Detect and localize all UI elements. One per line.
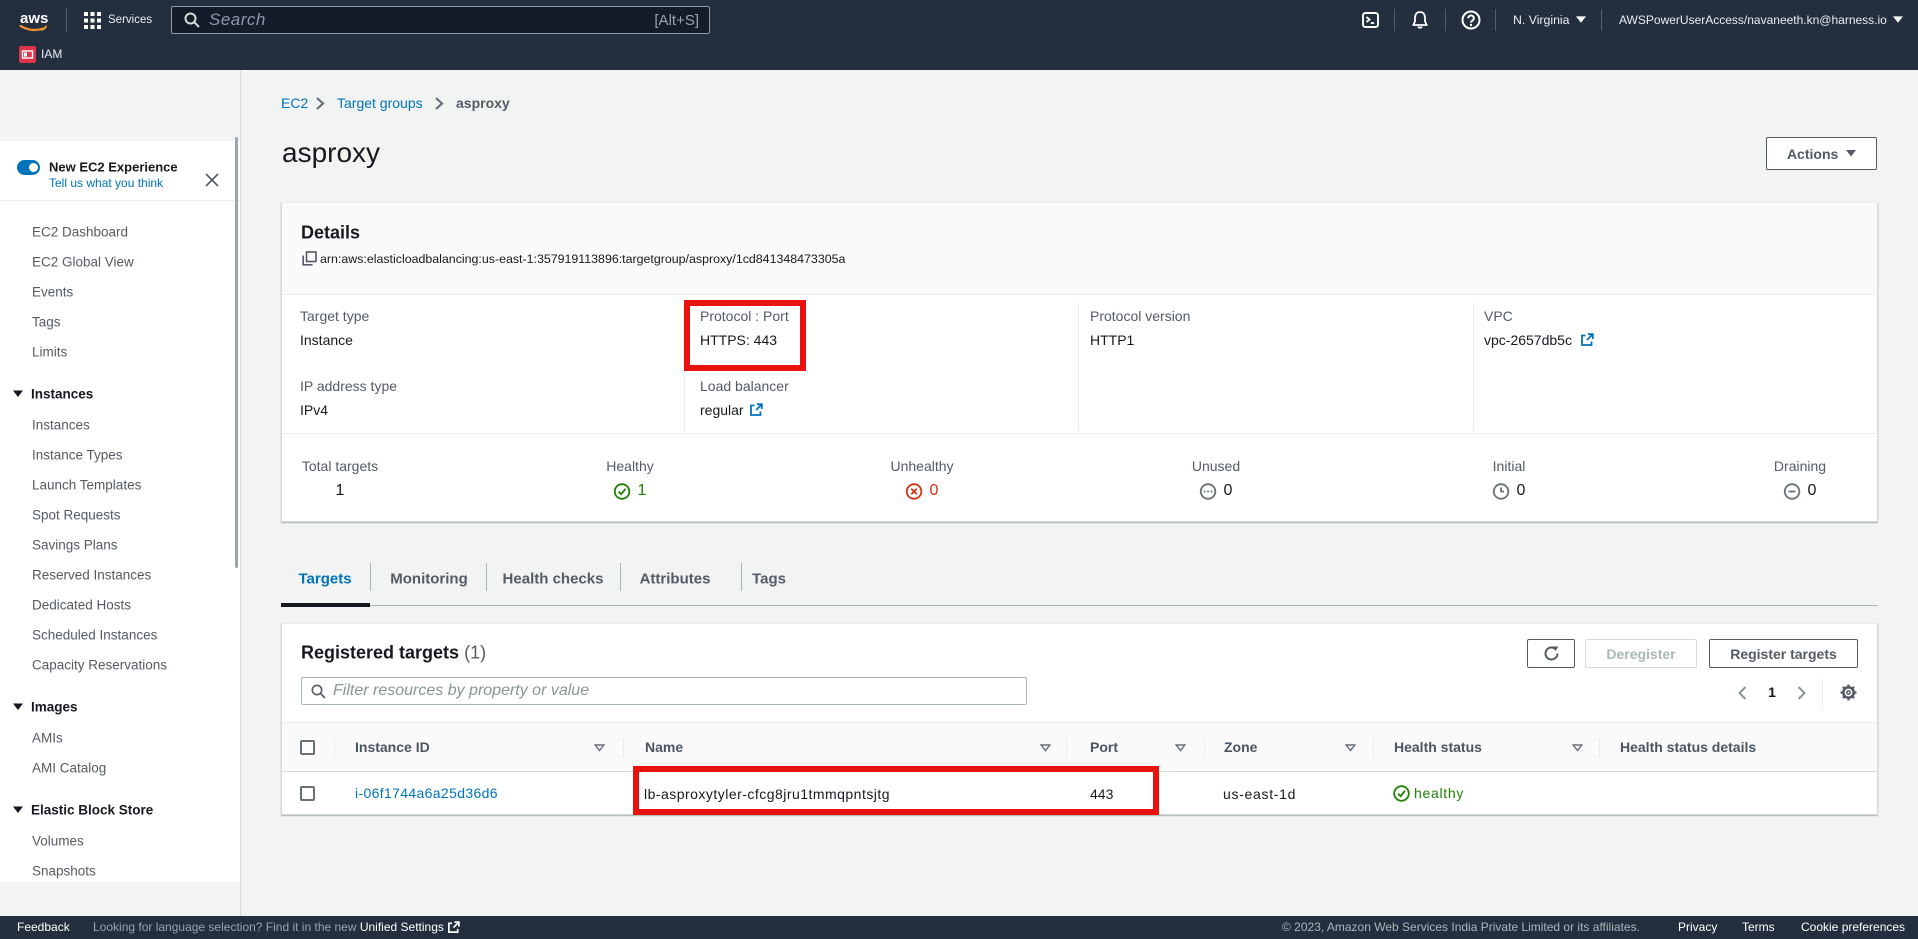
svg-text:aws: aws — [20, 10, 48, 27]
